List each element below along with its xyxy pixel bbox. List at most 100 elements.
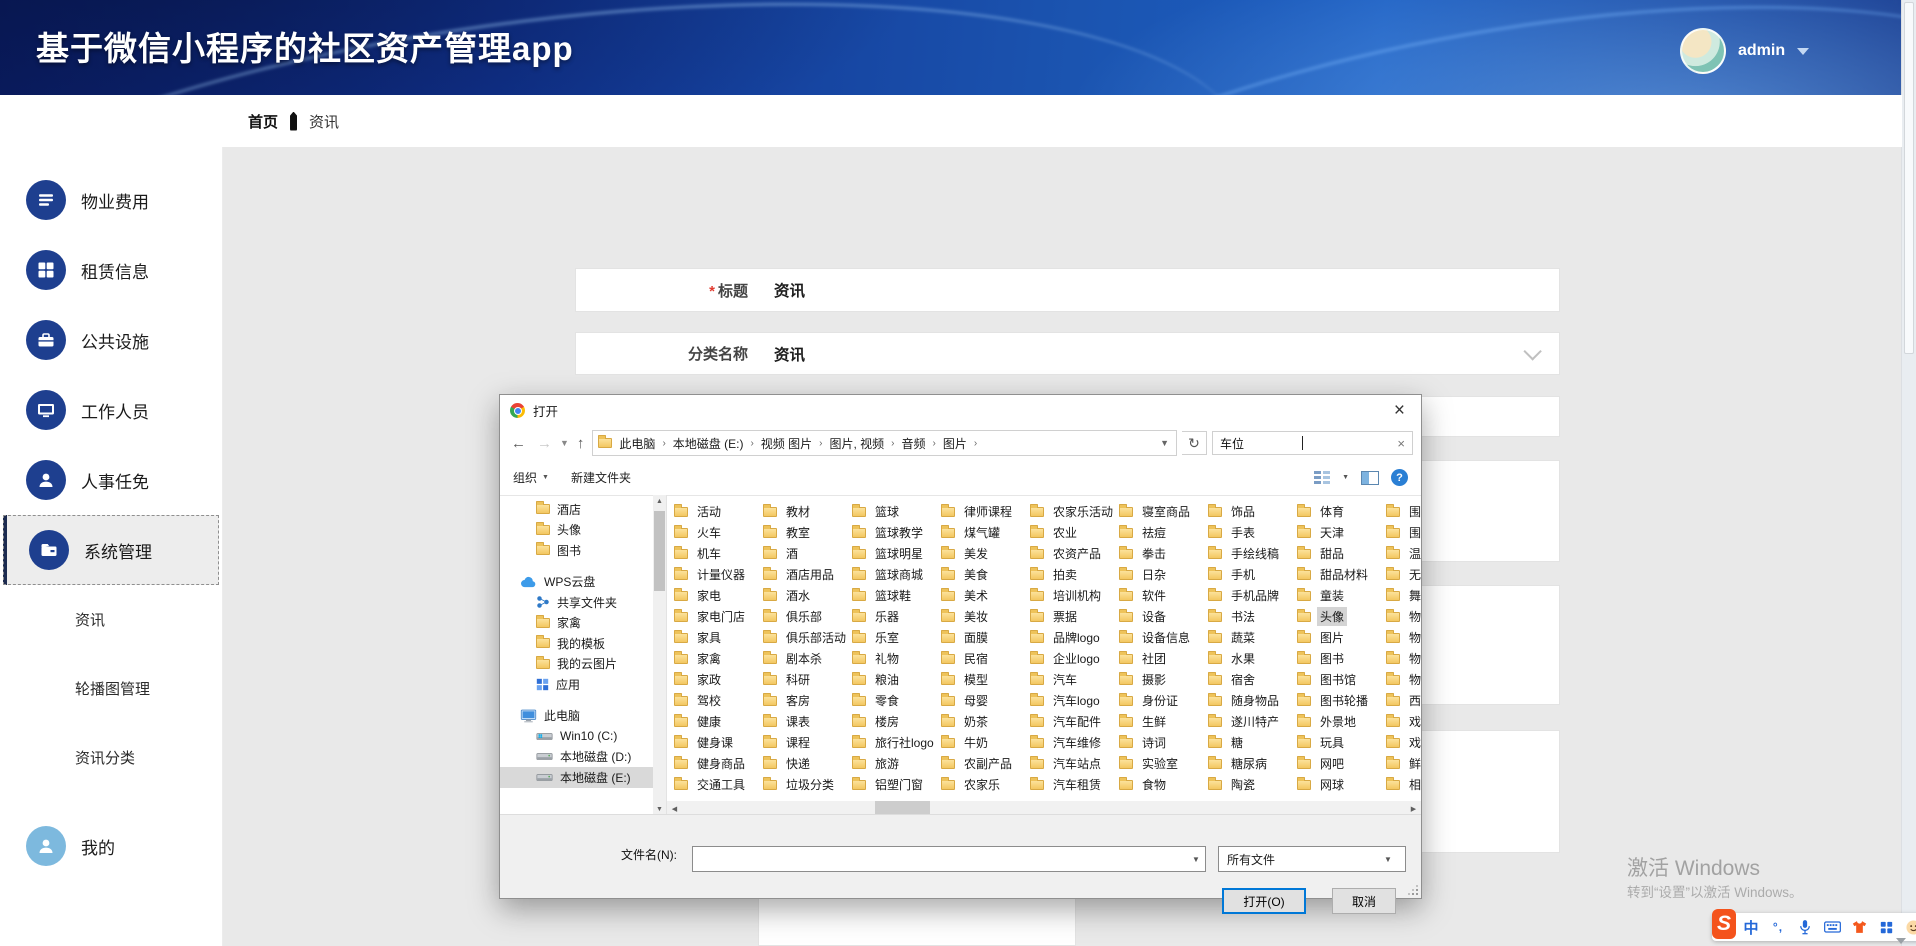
file-item[interactable]: 火车 xyxy=(674,522,763,543)
tree-item[interactable]: 我的模板 xyxy=(500,633,653,654)
file-item[interactable]: 陶瓷 xyxy=(1208,774,1297,795)
file-item[interactable]: 零食 xyxy=(852,690,941,711)
file-item[interactable]: 垃圾分类 xyxy=(763,774,852,795)
file-item[interactable]: 戏 xyxy=(1386,711,1421,732)
file-item[interactable]: 课表 xyxy=(763,711,852,732)
file-item[interactable]: 童装 xyxy=(1297,585,1386,606)
path-segment[interactable]: 此电脑 xyxy=(619,435,655,452)
path-segment[interactable]: 图片 xyxy=(943,435,967,452)
tree-item[interactable]: 此电脑 xyxy=(500,706,653,727)
tree-item[interactable]: 图书 xyxy=(500,540,653,561)
file-item[interactable]: 汽车维修 xyxy=(1030,732,1119,753)
path-separator-icon[interactable]: › xyxy=(974,438,977,449)
file-item[interactable]: 课程 xyxy=(763,732,852,753)
file-item[interactable]: 汽车 xyxy=(1030,669,1119,690)
toolbox-icon[interactable] xyxy=(1874,915,1898,939)
file-item[interactable]: 酒水 xyxy=(763,585,852,606)
file-item[interactable]: 手机品牌 xyxy=(1208,585,1297,606)
file-item[interactable]: 快递 xyxy=(763,753,852,774)
file-item[interactable]: 社团 xyxy=(1119,648,1208,669)
file-item[interactable]: 汽车配件 xyxy=(1030,711,1119,732)
file-item[interactable]: 美术 xyxy=(941,585,1030,606)
file-item[interactable]: 篮球 xyxy=(852,501,941,522)
file-item[interactable]: 图书 xyxy=(1297,648,1386,669)
path-segment[interactable]: 图片, 视频 xyxy=(829,435,884,452)
sidebar-item-property-fees[interactable]: 物业费用 xyxy=(0,165,222,235)
file-item[interactable]: 机车 xyxy=(674,543,763,564)
file-item[interactable]: 交通工具 xyxy=(674,774,763,795)
file-item[interactable]: 诗词 xyxy=(1119,732,1208,753)
back-icon[interactable]: ← xyxy=(508,435,529,452)
file-item[interactable]: 相 xyxy=(1386,774,1421,795)
file-item[interactable]: 鲜 xyxy=(1386,753,1421,774)
sidebar-subitem-news[interactable]: 资讯 xyxy=(0,585,222,654)
sogou-s-icon[interactable]: S xyxy=(1712,915,1736,939)
file-item[interactable]: 网球 xyxy=(1297,774,1386,795)
file-item[interactable]: 酒店用品 xyxy=(763,564,852,585)
file-item[interactable]: 家禽 xyxy=(674,648,763,669)
sidebar-item-staff[interactable]: 工作人员 xyxy=(0,375,222,445)
file-item[interactable]: 驾校 xyxy=(674,690,763,711)
file-item[interactable]: 篮球商城 xyxy=(852,564,941,585)
sidebar-subitem-news-category[interactable]: 资讯分类 xyxy=(0,723,222,792)
ime-chevron-icon[interactable] xyxy=(1896,938,1906,944)
search-input[interactable]: 车位 × xyxy=(1212,431,1413,455)
file-item[interactable]: 健身商品 xyxy=(674,753,763,774)
file-item[interactable]: 拍卖 xyxy=(1030,564,1119,585)
file-item[interactable]: 物 xyxy=(1386,648,1421,669)
file-item[interactable]: 乐器 xyxy=(852,606,941,627)
file-item[interactable]: 俱乐部活动 xyxy=(763,627,852,648)
file-item[interactable]: 乐室 xyxy=(852,627,941,648)
filetype-select[interactable]: 所有文件 ▼ xyxy=(1218,846,1406,872)
form-row-category[interactable]: 分类名称 资讯 xyxy=(575,332,1560,375)
file-item[interactable]: 围 xyxy=(1386,522,1421,543)
path-segment[interactable]: 本地磁盘 (E:) xyxy=(673,435,744,452)
file-item[interactable]: 剧本杀 xyxy=(763,648,852,669)
sidebar-item-system-management[interactable]: 系统管理 xyxy=(3,515,219,585)
resize-grip[interactable] xyxy=(1409,886,1418,895)
file-item[interactable]: 网吧 xyxy=(1297,753,1386,774)
file-item[interactable]: 日杂 xyxy=(1119,564,1208,585)
tree-item[interactable]: 酒店 xyxy=(500,499,653,520)
clear-search-icon[interactable]: × xyxy=(1397,436,1405,451)
path-separator-icon[interactable]: › xyxy=(819,438,822,449)
tree-item[interactable]: 家禽 xyxy=(500,613,653,634)
breadcrumb-home[interactable]: 首页 xyxy=(248,111,278,132)
skin-icon[interactable] xyxy=(1847,915,1871,939)
file-item[interactable]: 家具 xyxy=(674,627,763,648)
emoji-icon[interactable] xyxy=(1901,915,1916,939)
avatar[interactable] xyxy=(1680,28,1726,74)
file-item[interactable]: 设备 xyxy=(1119,606,1208,627)
history-chevron-icon[interactable]: ▼ xyxy=(560,438,569,448)
file-item[interactable]: 物 xyxy=(1386,606,1421,627)
file-item[interactable]: 手机 xyxy=(1208,564,1297,585)
file-item[interactable]: 汽车logo xyxy=(1030,690,1119,711)
file-item[interactable]: 围 xyxy=(1386,501,1421,522)
file-item[interactable]: 农家乐活动 xyxy=(1030,501,1119,522)
file-item[interactable]: 旅行社logo xyxy=(852,732,941,753)
file-item[interactable]: 头像 xyxy=(1297,606,1386,627)
sidebar-item-personnel[interactable]: 人事任免 xyxy=(0,445,222,515)
file-item[interactable]: 图书馆 xyxy=(1297,669,1386,690)
tree-item[interactable]: 应用 xyxy=(500,674,653,695)
file-item[interactable]: 软件 xyxy=(1119,585,1208,606)
file-item[interactable]: 汽车租赁 xyxy=(1030,774,1119,795)
file-item[interactable]: 外景地 xyxy=(1297,711,1386,732)
filename-input[interactable] xyxy=(693,847,1187,871)
file-item[interactable]: 民宿 xyxy=(941,648,1030,669)
file-item[interactable]: 面膜 xyxy=(941,627,1030,648)
file-item[interactable]: 俱乐部 xyxy=(763,606,852,627)
up-icon[interactable]: ↑ xyxy=(574,435,588,452)
file-item[interactable]: 遂川特产 xyxy=(1208,711,1297,732)
file-item[interactable]: 甜品材料 xyxy=(1297,564,1386,585)
file-item[interactable]: 旅游 xyxy=(852,753,941,774)
page-scrollbar[interactable] xyxy=(1901,0,1916,946)
open-button[interactable]: 打开(O) xyxy=(1222,888,1306,914)
file-item[interactable]: 温 xyxy=(1386,543,1421,564)
file-item[interactable]: 家电门店 xyxy=(674,606,763,627)
file-item[interactable]: 教室 xyxy=(763,522,852,543)
cancel-button[interactable]: 取消 xyxy=(1332,888,1396,914)
organize-button[interactable]: 组织▼ xyxy=(513,469,549,486)
file-item[interactable]: 体育 xyxy=(1297,501,1386,522)
file-item[interactable]: 玩具 xyxy=(1297,732,1386,753)
